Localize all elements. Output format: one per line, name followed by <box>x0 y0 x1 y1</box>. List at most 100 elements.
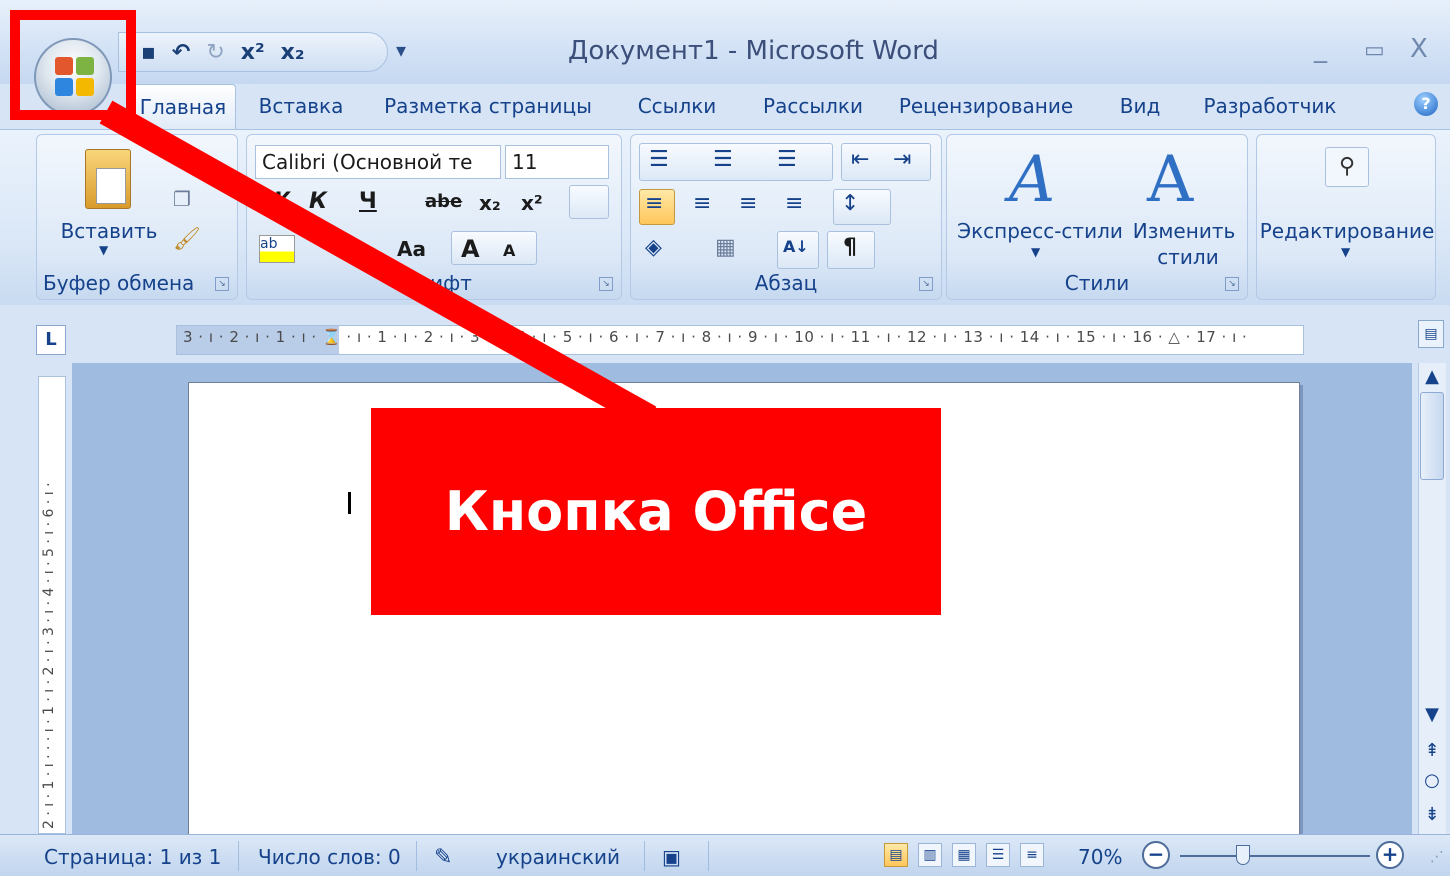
editing-label[interactable]: Редактирование <box>1257 219 1437 243</box>
sort-icon: А↓ <box>783 237 809 256</box>
align-center-icon[interactable]: ≡ <box>693 191 711 216</box>
paste-dropdown-icon[interactable]: ▼ <box>99 243 108 257</box>
tab-view[interactable]: Вид <box>1090 84 1190 130</box>
browse-object-icon[interactable]: ○ <box>1422 770 1442 791</box>
underline-button[interactable]: Ч <box>359 189 377 214</box>
express-styles-label[interactable]: Экспресс-стили <box>955 219 1125 243</box>
pilcrow-icon: ¶ <box>843 235 857 260</box>
highlight-icon[interactable]: ab <box>259 235 295 263</box>
vertical-ruler[interactable]: 2 · ı · 1 · ı · · · ı · 1 · ı · 2 · ı · … <box>38 376 66 834</box>
editing-dropdown-icon[interactable]: ▼ <box>1341 245 1350 259</box>
shading-icon[interactable]: ◈ <box>645 235 662 260</box>
clear-format-icon[interactable] <box>569 185 609 219</box>
superscript-ribbon-button[interactable]: x² <box>521 191 543 215</box>
zoom-in-button[interactable]: + <box>1376 841 1404 869</box>
print-layout-view-button[interactable]: ▤ <box>884 843 908 867</box>
font-name-input[interactable]: Calibri (Основной те <box>255 145 501 179</box>
change-case-button[interactable]: Aa <box>397 237 426 261</box>
express-styles-dropdown-icon[interactable]: ▼ <box>1031 245 1040 259</box>
web-layout-view-button[interactable]: ▦ <box>952 843 976 867</box>
tab-review[interactable]: Рецензирование <box>882 84 1090 130</box>
italic-button[interactable]: К <box>309 189 327 214</box>
tab-page-layout[interactable]: Разметка страницы <box>366 84 610 130</box>
resize-grip-icon[interactable]: ⋰ <box>1430 849 1444 865</box>
tab-insert[interactable]: Вставка <box>236 84 366 130</box>
change-styles-icon[interactable]: A <box>1147 143 1193 217</box>
help-icon[interactable]: ? <box>1414 92 1438 116</box>
scroll-down-icon[interactable]: ▼ <box>1422 704 1442 725</box>
bullets-icon[interactable]: ☰ <box>649 147 669 172</box>
increase-indent-icon[interactable]: ⇥ <box>893 147 911 172</box>
maximize-button[interactable]: ▭ <box>1364 38 1385 63</box>
close-button[interactable]: X <box>1410 34 1428 64</box>
quick-access-toolbar: ▪ ↶ ↻ x² x₂ <box>118 32 388 72</box>
paste-icon[interactable] <box>85 149 131 209</box>
ruler-row: L 3 · ı · 2 · ı · 1 · ı · ⌛ · ı · 1 · ı … <box>0 305 1450 363</box>
copy-icon[interactable]: ❐ <box>173 187 191 211</box>
format-painter-icon[interactable]: 🖌 <box>173 227 201 252</box>
next-page-icon[interactable]: ⇟ <box>1422 804 1442 825</box>
binoculars-icon[interactable]: ⚲ <box>1325 147 1369 187</box>
bold-button[interactable]: Ж <box>265 189 292 214</box>
vertical-ruler-text: 2 · ı · 1 · ı · · · ı · 1 · ı · 2 · ı · … <box>41 482 57 829</box>
minimize-button[interactable]: _ <box>1314 34 1327 64</box>
zoom-out-button[interactable]: − <box>1142 841 1170 869</box>
styles-group: A A Экспресс-стили ▼ Изменить стили Стил… <box>946 134 1248 300</box>
draft-view-button[interactable]: ≡ <box>1020 843 1044 867</box>
change-styles-label-2[interactable]: стили <box>1143 245 1233 269</box>
borders-icon[interactable]: ▦ <box>715 235 736 260</box>
tab-selector-icon[interactable]: L <box>36 325 66 355</box>
multilevel-list-icon[interactable]: ☰ <box>777 147 797 172</box>
paragraph-launcher-icon[interactable]: ↘ <box>919 277 933 291</box>
tab-developer[interactable]: Разработчик <box>1190 84 1350 130</box>
full-screen-reading-view-button[interactable]: ▥ <box>918 843 942 867</box>
text-cursor <box>348 492 351 514</box>
scroll-up-icon[interactable]: ▲ <box>1422 366 1442 387</box>
styles-launcher-icon[interactable]: ↘ <box>1225 277 1239 291</box>
word-count-status[interactable]: Число слов: 0 <box>258 845 401 869</box>
cut-icon[interactable]: ✂ <box>173 145 191 170</box>
paste-button-label[interactable]: Вставить <box>59 219 159 243</box>
horizontal-ruler[interactable]: 3 · ı · 2 · ı · 1 · ı · ⌛ · ı · 1 · ı · … <box>176 325 1304 355</box>
language-status[interactable]: украинский <box>496 845 620 869</box>
align-left-icon: ≡ <box>645 191 664 216</box>
zoom-slider-track[interactable] <box>1180 855 1370 857</box>
font-launcher-icon[interactable]: ↘ <box>599 277 613 291</box>
font-group-label: Шрифт <box>396 271 472 295</box>
align-right-icon[interactable]: ≡ <box>739 191 757 216</box>
subscript-ribbon-button[interactable]: x₂ <box>479 191 501 215</box>
horizontal-ruler-text: 3 · ı · 2 · ı · 1 · ı · ⌛ · ı · 1 · ı · … <box>183 328 1248 346</box>
scroll-thumb[interactable] <box>1420 392 1444 480</box>
title-bar: ▪ ↶ ↻ x² x₂ ▾ Документ1 - Microsoft Word… <box>0 0 1450 84</box>
subscript-button[interactable]: x₂ <box>281 40 305 65</box>
change-styles-label-1[interactable]: Изменить <box>1129 219 1239 243</box>
shrink-font-button[interactable]: A <box>503 241 515 260</box>
outline-view-button[interactable]: ☰ <box>986 843 1010 867</box>
undo-icon[interactable]: ↶ <box>172 40 190 65</box>
zoom-level[interactable]: 70% <box>1078 845 1122 869</box>
save-icon[interactable]: ▪ <box>141 40 156 65</box>
tab-mailings[interactable]: Рассылки <box>744 84 882 130</box>
view-ruler-icon[interactable]: ▤ <box>1418 320 1444 348</box>
clipboard-group-label: Буфер обмена <box>43 271 195 295</box>
font-color-icon[interactable]: A <box>337 235 356 263</box>
page-count-status[interactable]: Страница: 1 из 1 <box>44 845 221 869</box>
proofing-icon[interactable]: ✎ <box>434 845 452 870</box>
express-styles-icon[interactable]: A <box>1009 143 1055 217</box>
customize-qat-icon[interactable]: ▾ <box>396 38 406 62</box>
grow-font-button[interactable]: A <box>461 235 480 263</box>
strikethrough-button[interactable]: abe <box>425 191 462 212</box>
clipboard-launcher-icon[interactable]: ↘ <box>215 277 229 291</box>
numbering-icon[interactable]: ☰ <box>713 147 733 172</box>
tab-references[interactable]: Ссылки <box>610 84 744 130</box>
office-button-callout: Кнопка Office <box>371 408 941 615</box>
tab-home[interactable]: Главная <box>130 84 236 130</box>
font-size-input[interactable]: 11 <box>505 145 609 179</box>
macro-record-icon[interactable]: ▣ <box>662 845 681 869</box>
previous-page-icon[interactable]: ⇞ <box>1422 740 1442 761</box>
justify-icon[interactable]: ≡ <box>785 191 803 216</box>
zoom-slider-thumb[interactable] <box>1236 845 1250 865</box>
redo-icon[interactable]: ↻ <box>206 40 224 65</box>
decrease-indent-icon[interactable]: ⇤ <box>851 147 869 172</box>
superscript-button[interactable]: x² <box>241 40 265 65</box>
